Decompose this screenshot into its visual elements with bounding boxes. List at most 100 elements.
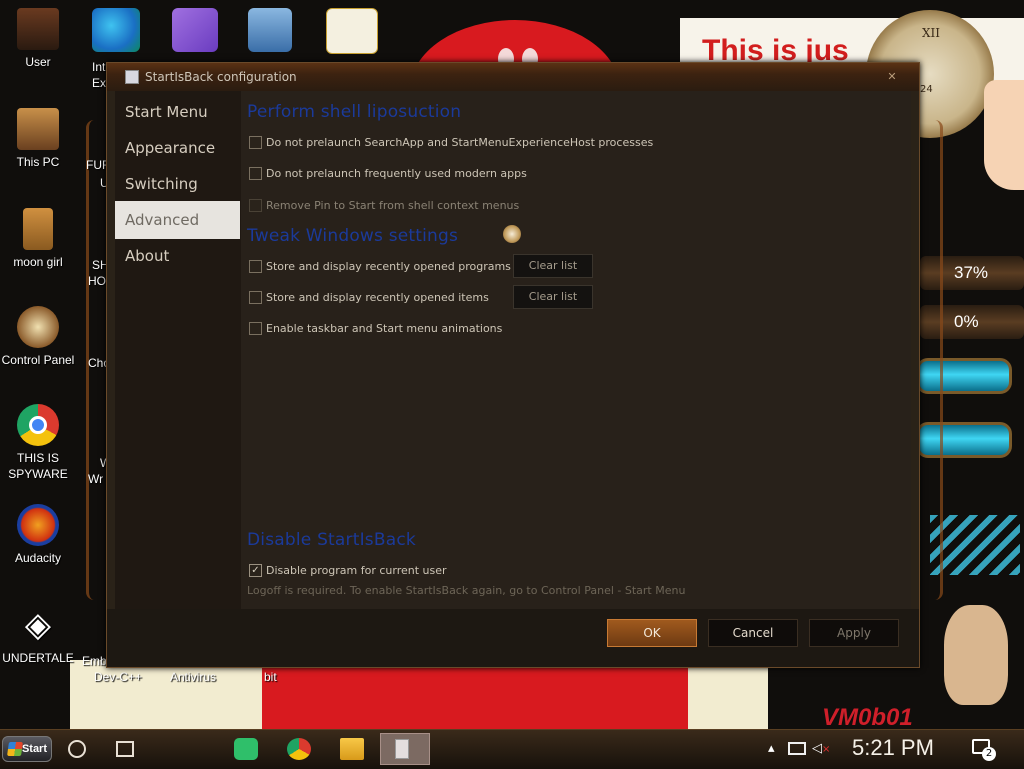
this-pc-icon [17, 108, 59, 150]
startisback-config-icon[interactable] [380, 733, 430, 765]
partial-label-ho: HO [88, 274, 106, 288]
cancel-button[interactable]: Cancel [708, 619, 798, 647]
gauge-value-2: 0% [954, 312, 979, 331]
nav-item-about[interactable]: About [115, 237, 240, 275]
taskbar: Start ▴ ◁× 5:21 PM 2 [0, 729, 1024, 769]
search-circle-icon[interactable] [68, 740, 86, 758]
dialog-title: StartIsBack configuration [145, 70, 297, 84]
chrome-icon [17, 404, 59, 446]
option-prelaunch-search[interactable]: Do not prelaunch SearchApp and StartMenu… [249, 133, 653, 151]
gopher-character [944, 605, 1008, 705]
visual-studio-icon[interactable] [172, 8, 218, 52]
chat-app-icon[interactable] [234, 738, 258, 760]
option-recent-items[interactable]: Store and display recently opened items [249, 288, 489, 306]
frame-decoration-right [920, 120, 943, 600]
option-label: Do not prelaunch SearchApp and StartMenu… [266, 135, 654, 149]
option-label: Remove Pin to Start from shell context m… [266, 198, 520, 212]
nav-item-appearance[interactable]: Appearance [115, 129, 240, 167]
chrome-icon[interactable] [287, 738, 311, 760]
partial-label-devcpp[interactable]: Dev-C++ [94, 670, 142, 684]
desktop-icon-undertale[interactable]: ◈ UNDERTALE [0, 604, 76, 666]
option-label: Enable taskbar and Start menu animations [266, 321, 503, 335]
close-button[interactable]: ✕ [879, 71, 905, 83]
checkbox[interactable] [249, 135, 262, 149]
ok-button[interactable]: OK [607, 619, 697, 647]
partial-label-ie-2: Ex [92, 76, 107, 90]
settings-content: Perform shell liposuction Do not prelaun… [241, 91, 911, 609]
desktop-icon-moon-girl[interactable]: moon girl [0, 208, 76, 270]
partial-label-ie[interactable]: Int [92, 60, 105, 74]
clear-items-list-button[interactable]: Clear list [513, 285, 593, 309]
audacity-icon [17, 504, 59, 546]
file-explorer-icon[interactable] [340, 738, 364, 760]
virtualbox-icon[interactable] [248, 8, 292, 52]
taskbar-clock[interactable]: 5:21 PM [852, 735, 934, 761]
desktop-icon-label: Control Panel [1, 353, 75, 367]
control-panel-icon [17, 306, 59, 348]
option-animations[interactable]: Enable taskbar and Start menu animations [249, 319, 502, 337]
user-folder-icon [17, 8, 59, 50]
mouse-cursor-icon [503, 225, 521, 243]
desktop-icon-label: moon girl [13, 255, 63, 269]
desktop-icon-label: UNDERTALE [2, 651, 74, 665]
partial-label-wr: Wr [88, 472, 104, 486]
apply-button[interactable]: Apply [809, 619, 899, 647]
nav-item-advanced[interactable]: Advanced [115, 201, 240, 239]
desktop-icon-this-pc[interactable]: This PC [0, 108, 76, 170]
nav-item-start-menu[interactable]: Start Menu [115, 93, 240, 131]
checkbox[interactable] [249, 198, 262, 212]
desktop-icon-label: This PC [16, 155, 60, 169]
volume-muted-icon[interactable]: ◁× [812, 741, 830, 756]
nav-item-switching[interactable]: Switching [115, 165, 240, 203]
desktop-icon-audacity[interactable]: Audacity [0, 504, 76, 566]
desktop-icon-label: Audacity [14, 551, 62, 565]
option-remove-pin[interactable]: Remove Pin to Start from shell context m… [249, 196, 519, 214]
red-character-body [262, 660, 688, 730]
cartoon-face [984, 80, 1024, 190]
checkbox[interactable] [249, 321, 262, 335]
section-heading-shell: Perform shell liposuction [247, 102, 462, 122]
start-button[interactable]: Start [2, 736, 52, 762]
chevron-up-icon[interactable]: ▴ [768, 741, 775, 756]
section-heading-tweak: Tweak Windows settings [247, 226, 459, 246]
checkbox[interactable] [249, 259, 262, 273]
app-window-icon [125, 70, 139, 84]
gauge-value-1: 37% [954, 263, 989, 282]
unity-icon: ◈ [24, 606, 52, 644]
network-icon[interactable] [788, 742, 806, 755]
desktop-icon-control-panel[interactable]: Control Panel [0, 306, 76, 368]
edge-icon[interactable] [92, 8, 140, 52]
wallpaper-cream-right [688, 660, 768, 730]
option-label: Store and display recently opened items [266, 290, 489, 304]
notification-count: 2 [982, 747, 996, 761]
moon-girl-icon [23, 208, 53, 250]
clock-numeral: XII [922, 26, 941, 40]
settings-sidebar: Start Menu Appearance Switching Advanced… [115, 91, 241, 609]
hxd-icon[interactable] [326, 8, 378, 54]
checkbox[interactable] [249, 166, 262, 180]
option-prelaunch-modern[interactable]: Do not prelaunch frequently used modern … [249, 164, 527, 182]
dialog-titlebar[interactable]: StartIsBack configuration ✕ [107, 63, 919, 91]
partial-label-emb[interactable]: Emb [82, 654, 107, 668]
section-heading-disable: Disable StartIsBack [247, 530, 416, 550]
option-disable-program[interactable]: ✓ Disable program for current user [249, 561, 447, 579]
windows-flag-icon [7, 742, 23, 756]
logoff-note: Logoff is required. To enable StartIsBac… [247, 584, 686, 597]
option-recent-programs[interactable]: Store and display recently opened progra… [249, 257, 511, 275]
task-view-icon[interactable] [116, 741, 134, 757]
wallpaper-watermark: VM0b01 [822, 704, 913, 731]
startisback-config-dialog: StartIsBack configuration ✕ Start Menu A… [106, 62, 920, 668]
dialog-footer: OK Cancel Apply [107, 609, 919, 667]
checkbox-checked[interactable]: ✓ [249, 563, 262, 577]
partial-label-bit[interactable]: bit [264, 670, 277, 684]
desktop-icon-chrome[interactable]: THIS IS SPYWARE [0, 404, 76, 482]
option-label: Disable program for current user [266, 563, 447, 577]
clear-programs-list-button[interactable]: Clear list [513, 254, 593, 278]
notification-center-icon[interactable]: 2 [972, 737, 996, 761]
wallpaper-pipes [930, 515, 1020, 575]
partial-label-antivirus[interactable]: Antivirus [170, 670, 216, 684]
clock-sub-dial: 24 [920, 84, 933, 95]
desktop-icon-user[interactable]: User [0, 8, 76, 70]
desktop-icon-label: User [25, 55, 51, 69]
checkbox[interactable] [249, 290, 262, 304]
